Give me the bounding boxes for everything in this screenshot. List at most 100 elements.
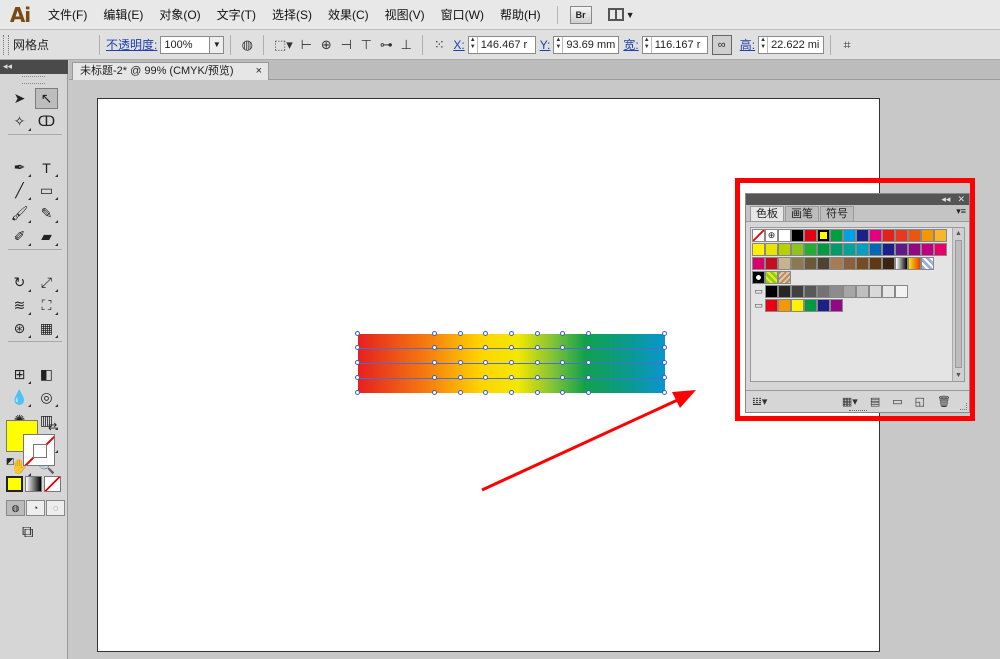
swatch[interactable] <box>765 299 778 312</box>
mesh-anchor-point[interactable] <box>483 375 488 380</box>
mesh-anchor-point[interactable] <box>355 390 360 395</box>
menu-select[interactable]: 选择(S) <box>264 0 320 30</box>
y-field[interactable]: ▲ ▼ 93.69 mm <box>553 35 620 54</box>
swatch[interactable] <box>804 243 817 256</box>
swatch[interactable] <box>778 243 791 256</box>
mesh-anchor-point[interactable] <box>355 360 360 365</box>
height-field[interactable]: ▲ ▼ 22.622 mi <box>758 35 825 54</box>
toolbox-header[interactable]: ◂◂ <box>0 60 68 74</box>
color-group-folder-icon[interactable]: ▭ <box>752 299 765 312</box>
menu-type[interactable]: 文字(T) <box>209 0 264 30</box>
swatch[interactable] <box>817 243 830 256</box>
lasso-tool-icon[interactable]: ↀ <box>35 111 58 132</box>
mesh-anchor-point[interactable] <box>662 345 667 350</box>
mesh-anchor-point[interactable] <box>586 331 591 336</box>
mesh-anchor-point[interactable] <box>432 375 437 380</box>
align-bottom-icon[interactable]: ⊥ <box>396 35 416 55</box>
menu-effect[interactable]: 效果(C) <box>320 0 377 30</box>
registration-swatch[interactable]: ⊕ <box>765 229 778 242</box>
direct-selection-tool-icon[interactable]: ↖ <box>35 88 58 109</box>
menu-edit[interactable]: 编辑(E) <box>95 0 151 30</box>
mesh-anchor-point[interactable] <box>483 390 488 395</box>
close-icon[interactable]: × <box>256 63 262 79</box>
mesh-anchor-point[interactable] <box>509 331 514 336</box>
recolor-icon[interactable]: ◍ <box>237 35 257 55</box>
tab-swatches[interactable]: 色板 <box>750 206 784 221</box>
swatch[interactable] <box>895 243 908 256</box>
line-tool-icon[interactable]: ╱ <box>8 180 31 201</box>
mesh-anchor-point[interactable] <box>662 375 667 380</box>
constrain-proportions-icon[interactable]: ∞ <box>711 34 732 55</box>
mesh-anchor-point[interactable] <box>509 345 514 350</box>
pen-tool-icon[interactable]: ✒ <box>8 157 31 178</box>
resize-grip[interactable] <box>960 403 967 410</box>
dropdown-arrow-icon[interactable]: ▼ <box>209 36 224 53</box>
swatch[interactable] <box>765 285 778 298</box>
show-swatch-kinds-icon[interactable]: ▦▾ <box>842 395 858 408</box>
blend-tool-icon[interactable]: ◎ <box>35 387 58 408</box>
reference-point-icon[interactable]: ⁙ <box>429 35 449 55</box>
swatch[interactable] <box>856 229 869 242</box>
pencil-tool-icon[interactable]: ✎ <box>35 203 58 224</box>
swatch[interactable] <box>791 257 804 270</box>
scale-tool-icon[interactable]: ⤢ <box>35 272 58 293</box>
swatch[interactable] <box>921 257 934 270</box>
swatch[interactable] <box>908 229 921 242</box>
new-swatch-icon[interactable]: ◱ <box>915 395 925 408</box>
swatch[interactable] <box>778 285 791 298</box>
swatch[interactable] <box>830 299 843 312</box>
swatch[interactable] <box>843 285 856 298</box>
swatch-options-icon[interactable]: ▤ <box>870 395 880 408</box>
swatch[interactable] <box>934 243 947 256</box>
swap-fill-stroke-icon[interactable]: ⇄ <box>48 420 57 433</box>
mesh-anchor-point[interactable] <box>586 360 591 365</box>
screen-mode-icon[interactable]: ⧉ <box>22 524 33 542</box>
swatch[interactable] <box>752 257 765 270</box>
swatch[interactable] <box>778 271 791 284</box>
tab-brushes[interactable]: 画笔 <box>785 206 819 221</box>
mesh-anchor-point[interactable] <box>432 360 437 365</box>
mesh-anchor-point[interactable] <box>560 390 565 395</box>
swatch-libraries-icon[interactable]: 𝍔▾ <box>752 395 767 408</box>
mesh-anchor-point[interactable] <box>586 375 591 380</box>
close-panel-icon[interactable]: ✕ <box>957 194 965 205</box>
align-left-icon[interactable]: ⊢ <box>296 35 316 55</box>
mesh-anchor-point[interactable] <box>483 360 488 365</box>
swatch[interactable] <box>817 285 830 298</box>
spin-icon[interactable]: ▲ ▼ <box>643 36 652 53</box>
toolbox-grip[interactable] <box>22 76 45 84</box>
width-field[interactable]: ▲ ▼ 116.167 r <box>641 35 708 54</box>
swatch[interactable] <box>934 229 947 242</box>
swatch[interactable] <box>856 243 869 256</box>
swatch[interactable] <box>804 257 817 270</box>
swatch[interactable] <box>895 285 908 298</box>
gradient-mode-icon[interactable] <box>25 476 42 492</box>
mesh-anchor-point[interactable] <box>662 390 667 395</box>
mesh-anchor-point[interactable] <box>535 345 540 350</box>
mesh-anchor-point[interactable] <box>483 331 488 336</box>
mesh-anchor-point[interactable] <box>458 331 463 336</box>
mesh-anchor-point[interactable] <box>586 345 591 350</box>
stroke-color-swatch[interactable] <box>23 434 55 466</box>
swatch[interactable] <box>921 243 934 256</box>
swatch[interactable] <box>895 257 908 270</box>
control-bar-grip[interactable] <box>3 34 9 55</box>
menu-object[interactable]: 对象(O) <box>151 0 208 30</box>
mesh-anchor-point[interactable] <box>560 345 565 350</box>
spin-icon[interactable]: ▲ ▼ <box>554 36 564 53</box>
swatch[interactable] <box>752 271 765 284</box>
mesh-anchor-point[interactable] <box>458 360 463 365</box>
mesh-anchor-point[interactable] <box>432 390 437 395</box>
mesh-anchor-point[interactable] <box>535 375 540 380</box>
align-to-selection-icon[interactable]: ⬚▾ <box>270 35 296 55</box>
mesh-anchor-point[interactable] <box>560 375 565 380</box>
swatch[interactable] <box>830 257 843 270</box>
none-swatch[interactable] <box>752 229 765 242</box>
spin-icon[interactable]: ▲ ▼ <box>469 36 478 53</box>
panel-header[interactable]: ◂◂ ✕ <box>746 194 969 205</box>
scrollbar[interactable]: ▲ ▼ <box>952 228 964 381</box>
opacity-link[interactable]: 不透明度: <box>106 36 157 53</box>
mesh-anchor-point[interactable] <box>560 360 565 365</box>
swatch[interactable] <box>765 243 778 256</box>
swatch[interactable] <box>921 229 934 242</box>
